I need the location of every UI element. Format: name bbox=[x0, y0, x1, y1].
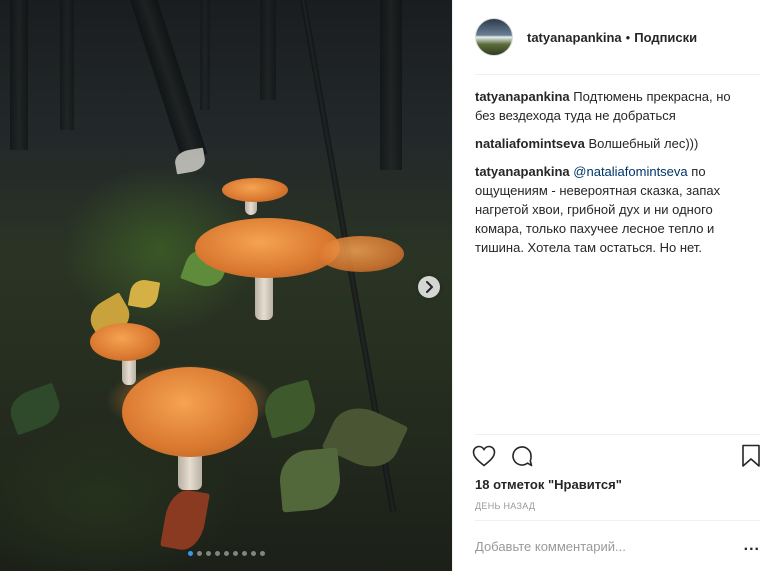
post-photo[interactable] bbox=[0, 0, 452, 571]
leaf bbox=[160, 486, 210, 554]
leaf bbox=[277, 447, 343, 513]
heart-icon bbox=[472, 445, 496, 467]
tree-trunk bbox=[10, 0, 28, 150]
mushroom-cap bbox=[90, 323, 160, 361]
more-options-button[interactable]: ... bbox=[744, 537, 760, 555]
carousel-indicator bbox=[0, 551, 452, 556]
leaf bbox=[127, 277, 161, 311]
likes-count[interactable]: 18 отметок "Нравится" bbox=[475, 477, 622, 492]
author-username[interactable]: tatyanapankina bbox=[527, 30, 622, 45]
chevron-right-icon bbox=[426, 281, 433, 293]
comment-item: tatyanapankina Подтюмень прекрасна, но б… bbox=[475, 87, 745, 125]
carousel-dot bbox=[259, 551, 265, 556]
tree-trunk bbox=[380, 0, 402, 170]
carousel-dot bbox=[223, 551, 229, 556]
post-header: tatyanapankina • Подписки bbox=[475, 0, 760, 75]
tree-trunk bbox=[60, 0, 74, 130]
header-separator: • bbox=[625, 29, 631, 45]
carousel-dot bbox=[241, 551, 247, 556]
comment-author[interactable]: tatyanapankina bbox=[475, 164, 570, 179]
follow-button[interactable]: Подписки bbox=[634, 30, 697, 45]
carousel-dot bbox=[250, 551, 256, 556]
carousel-dot bbox=[232, 551, 238, 556]
comment-item: tatyanapankina @nataliafomintseva по ощу… bbox=[475, 162, 745, 257]
header-text: tatyanapankina • Подписки bbox=[527, 30, 697, 45]
comment-input[interactable] bbox=[475, 539, 715, 554]
mushroom-cap bbox=[318, 236, 404, 272]
post-actions bbox=[472, 434, 760, 474]
tree-trunk bbox=[260, 0, 276, 100]
carousel-dot bbox=[205, 551, 211, 556]
next-photo-button[interactable] bbox=[418, 276, 440, 298]
leaf bbox=[259, 379, 321, 439]
comment-author[interactable]: nataliafomintseva bbox=[475, 136, 585, 151]
comment-text: Волшебный лес))) bbox=[588, 136, 699, 151]
leaf bbox=[5, 382, 65, 436]
carousel-dot bbox=[196, 551, 202, 556]
comments-list: tatyanapankina Подтюмень прекрасна, но б… bbox=[475, 87, 745, 266]
comment-icon bbox=[512, 446, 533, 467]
carousel-dot bbox=[214, 551, 220, 556]
like-button[interactable] bbox=[471, 443, 497, 469]
bookmark-icon bbox=[742, 444, 760, 467]
comment-button[interactable] bbox=[509, 443, 535, 469]
comment-mention[interactable]: @nataliafomintseva bbox=[573, 164, 687, 179]
mushroom-cap bbox=[122, 367, 258, 457]
post-sidebar: tatyanapankina • Подписки tatyanapankina П… bbox=[452, 0, 760, 571]
tree-trunk bbox=[200, 0, 210, 110]
comment-author[interactable]: tatyanapankina bbox=[475, 89, 570, 104]
mushroom-cap bbox=[195, 218, 340, 278]
tree-trunk bbox=[130, 0, 208, 162]
post-container: tatyanapankina • Подписки tatyanapankina П… bbox=[0, 0, 760, 571]
save-button[interactable] bbox=[738, 443, 760, 469]
avatar[interactable] bbox=[475, 18, 513, 56]
comment-item: nataliafomintseva Волшебный лес))) bbox=[475, 134, 745, 153]
carousel-dot bbox=[187, 551, 193, 556]
add-comment-section: ... bbox=[475, 520, 760, 571]
mushroom-cap bbox=[222, 178, 288, 202]
post-timestamp[interactable]: ДЕНЬ НАЗАД bbox=[475, 501, 535, 511]
